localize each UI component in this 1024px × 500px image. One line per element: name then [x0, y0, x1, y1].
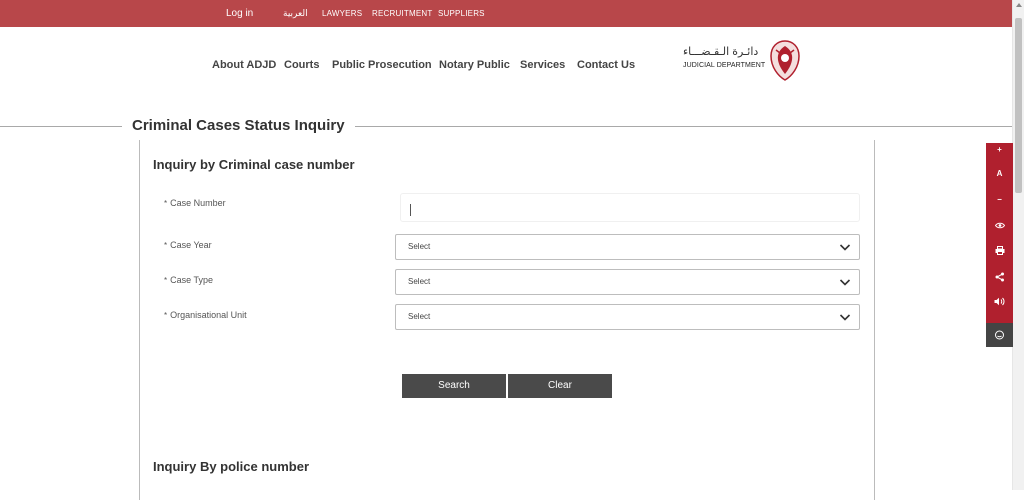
case-number-input[interactable] [400, 193, 860, 222]
nav-contact-us[interactable]: Contact Us [577, 59, 635, 71]
organisational-unit-label-text: Organisational Unit [170, 310, 247, 320]
print-icon[interactable] [995, 246, 1005, 255]
increase-font-button[interactable]: + [986, 145, 1013, 155]
eye-icon[interactable] [995, 222, 1005, 229]
scroll-up-arrow-icon[interactable] [1016, 3, 1022, 7]
required-mark: * [164, 199, 168, 208]
case-type-select[interactable]: Select [395, 269, 860, 295]
organisational-unit-label: * Organisational Unit [164, 310, 247, 320]
logo-arabic-text: دائـرة الـقـضـــاء [683, 46, 759, 58]
logo-english-text: JUDICIAL DEPARTMENT [683, 62, 766, 69]
decrease-font-button[interactable]: − [986, 195, 1013, 205]
nav-public-prosecution[interactable]: Public Prosecution [332, 59, 432, 71]
section-title-case-number: Inquiry by Criminal case number [153, 157, 355, 172]
page-scrollbar[interactable] [1012, 0, 1024, 490]
chevron-down-icon [839, 314, 851, 321]
share-icon[interactable] [995, 272, 1005, 282]
case-type-label-text: Case Type [170, 275, 213, 285]
chat-button[interactable] [986, 323, 1013, 347]
arabic-language-link[interactable]: العربية [283, 0, 308, 27]
nav-about[interactable]: About ADJD [212, 59, 276, 71]
case-type-value: Select [408, 277, 431, 286]
scrollbar-thumb[interactable] [1015, 18, 1022, 193]
speaker-icon[interactable] [994, 297, 1005, 306]
falcon-emblem-icon[interactable] [766, 38, 804, 82]
required-mark: * [164, 241, 168, 250]
reset-font-button[interactable]: A [986, 169, 1013, 179]
required-mark: * [164, 311, 168, 320]
suppliers-link[interactable]: SUPPLIERS [438, 0, 485, 27]
nav-services[interactable]: Services [520, 59, 565, 71]
case-type-label: * Case Type [164, 275, 213, 285]
case-number-label: * Case Number [164, 198, 226, 208]
organisational-unit-value: Select [408, 312, 431, 321]
login-link[interactable]: Log in [226, 0, 253, 27]
case-number-label-text: Case Number [170, 198, 226, 208]
clear-button[interactable]: Clear [508, 374, 612, 398]
recruitment-link[interactable]: RECRUITMENT [372, 0, 432, 27]
nav-courts[interactable]: Courts [284, 59, 319, 71]
section-title-police-number: Inquiry By police number [153, 459, 310, 474]
chevron-down-icon [839, 244, 851, 251]
case-year-label-text: Case Year [170, 240, 212, 250]
chat-icon [995, 330, 1004, 340]
search-button[interactable]: Search [402, 374, 506, 398]
required-mark: * [164, 276, 168, 285]
chevron-down-icon [839, 279, 851, 286]
organisational-unit-select[interactable]: Select [395, 304, 860, 330]
case-year-select[interactable]: Select [395, 234, 860, 260]
accessibility-toolbar: + A − [986, 143, 1013, 347]
lawyers-link[interactable]: LAWYERS [322, 0, 362, 27]
top-bar: Log in العربية LAWYERS RECRUITMENT SUPPL… [0, 0, 1012, 27]
page-title: Criminal Cases Status Inquiry [122, 117, 355, 134]
case-year-value: Select [408, 242, 431, 251]
case-year-label: * Case Year [164, 240, 212, 250]
nav-notary-public[interactable]: Notary Public [439, 59, 510, 71]
text-cursor [410, 204, 411, 216]
